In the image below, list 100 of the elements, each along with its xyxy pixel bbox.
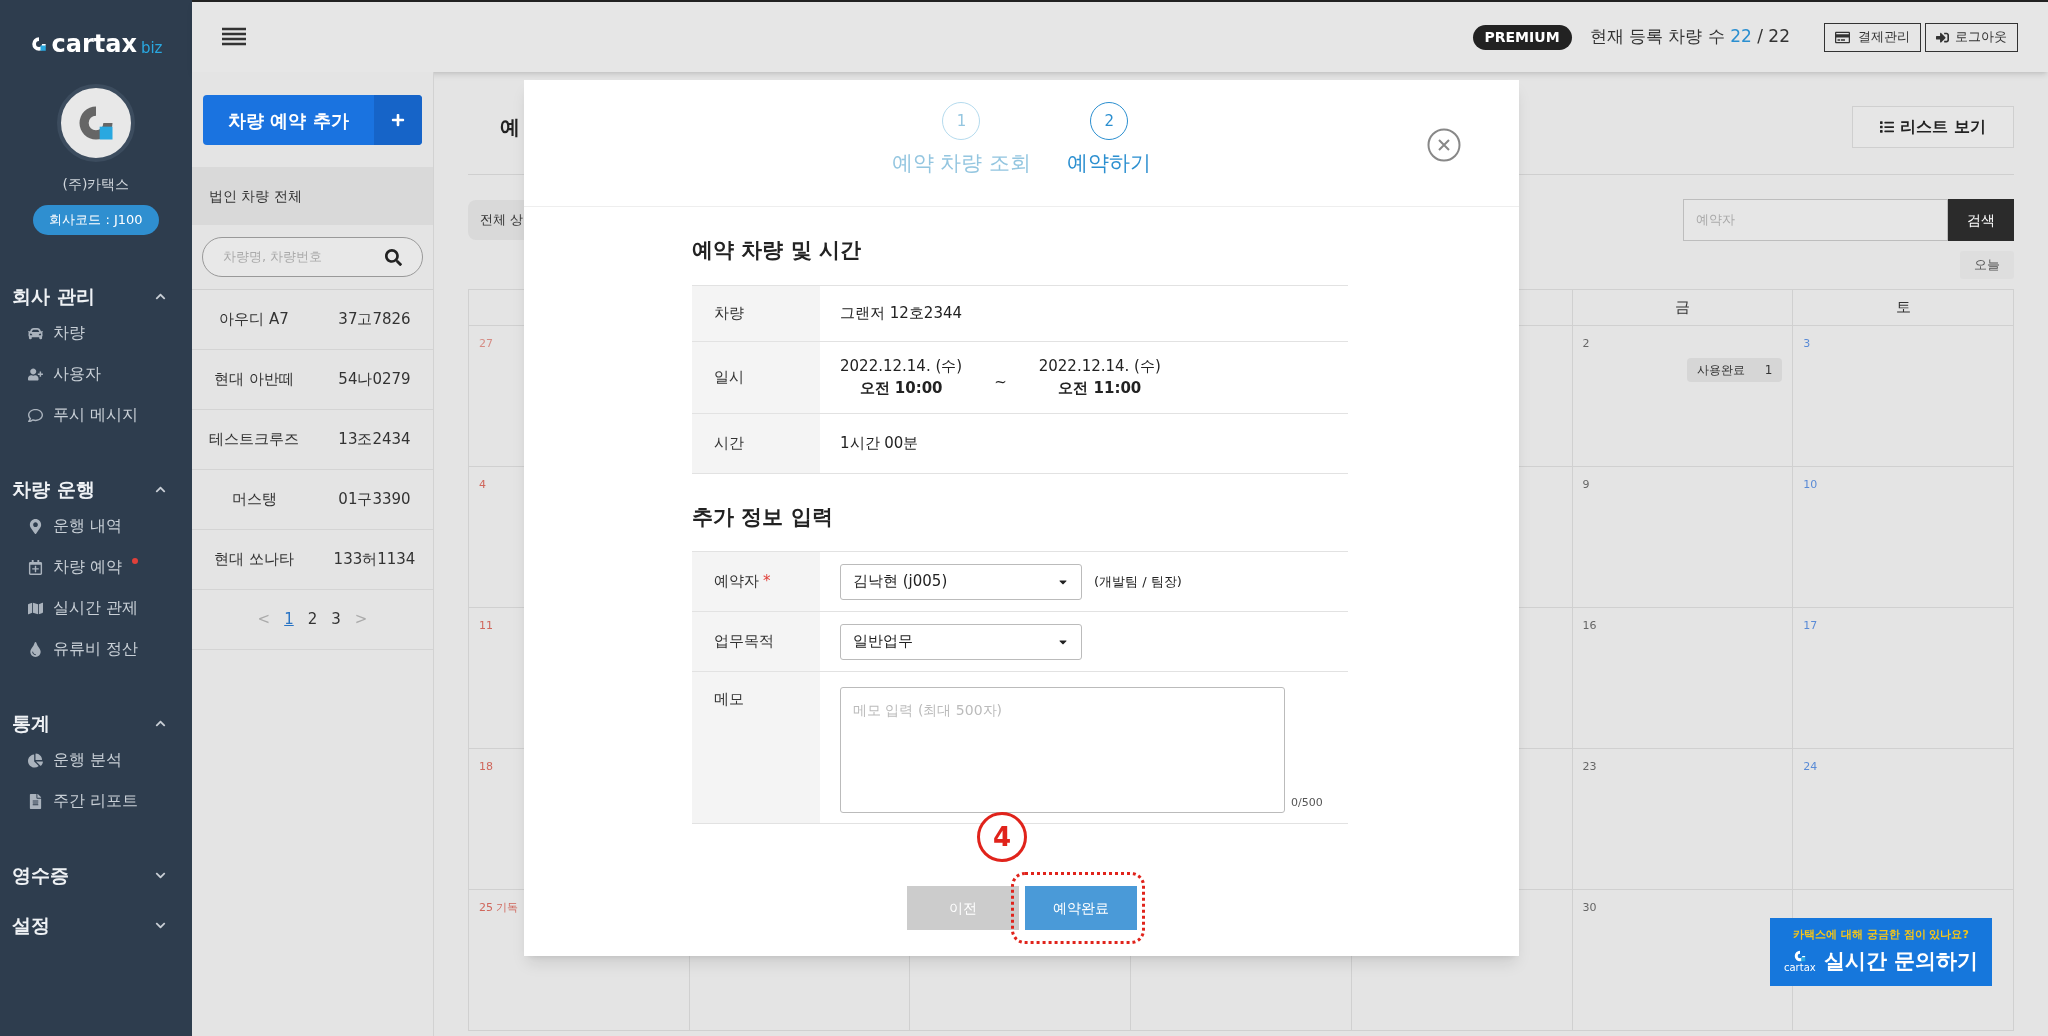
vehicle-name: 아우디 A7 xyxy=(218,309,290,331)
logo-suffix: biz xyxy=(140,41,163,56)
vehicle-row[interactable]: 현대 쏘나타 133허1134 xyxy=(192,530,433,590)
page-link[interactable]: 1 xyxy=(284,608,294,631)
document-icon xyxy=(28,793,43,809)
speech-bubble-icon xyxy=(28,407,43,423)
duration-value: 1시간 00분 xyxy=(840,432,919,454)
day-number: 23 xyxy=(1582,758,1598,775)
logo-wordmark: cartax xyxy=(51,32,137,56)
add-reservation-button[interactable]: 차량 예약 추가 xyxy=(203,95,422,145)
day-number: 10 xyxy=(1803,476,1819,493)
end-time: 오전 11:00 xyxy=(1058,378,1142,399)
vehicle-group-header[interactable]: 법인 차량 전체 xyxy=(192,167,433,225)
today-button[interactable]: 오늘 xyxy=(1960,251,2014,279)
required-mark: * xyxy=(763,571,771,593)
vehicle-row[interactable]: 테스트크루즈 13조2434 xyxy=(192,410,433,470)
vehicle-plate: 13조2434 xyxy=(337,429,412,451)
credit-card-icon xyxy=(1835,29,1850,45)
menu-item[interactable]: 운행 분석 xyxy=(0,739,192,781)
logo-icon xyxy=(29,35,48,53)
day-number: 24 xyxy=(1803,758,1819,775)
droplet-icon xyxy=(28,641,43,657)
booker-department: (개발팀 / 팀장) xyxy=(1094,572,1182,591)
booker-select[interactable]: 김낙현 (j005) xyxy=(840,563,1082,600)
live-chat-banner[interactable]: 카택스에 대해 궁금한 점이 있나요? cartax 실시간 문의하기 xyxy=(1770,918,1992,986)
vehicle-plate: 01구3390 xyxy=(337,489,412,511)
company-code-badge: 회사코드 : J100 xyxy=(33,205,159,235)
day-number: 17 xyxy=(1803,617,1819,634)
purpose-select[interactable]: 일반업무 xyxy=(840,623,1082,660)
user-plus-icon xyxy=(28,366,43,382)
day-number: 30 xyxy=(1582,899,1598,916)
vehicle-plate: 54나0279 xyxy=(337,369,412,391)
menu-item[interactable]: 주간 리포트 xyxy=(0,780,192,822)
pie-chart-icon xyxy=(28,752,43,768)
map-icon xyxy=(28,600,43,616)
section-heading: 예약 차량 및 시간 xyxy=(692,237,862,264)
start-time: 오전 10:00 xyxy=(859,378,943,399)
vehicle-row[interactable]: 머스탱 01구3390 xyxy=(192,470,433,530)
map-pin-icon xyxy=(28,518,43,534)
car-icon xyxy=(28,325,43,341)
day-number: 16 xyxy=(1582,617,1598,634)
vehicle-search-input[interactable]: 차량명, 차량번호 xyxy=(223,247,373,267)
page-link[interactable]: 2 xyxy=(307,608,318,631)
list-view-button[interactable]: 리스트 보기 xyxy=(1852,106,2014,148)
list-icon xyxy=(1880,120,1895,134)
calendar-plus-icon xyxy=(28,559,43,575)
step-tab[interactable]: 2 예약하기 xyxy=(1067,102,1152,206)
menu-section-header[interactable]: 설정 xyxy=(0,909,192,942)
chat-logo-wordmark: cartax xyxy=(1784,963,1816,974)
search-button[interactable]: 검색 xyxy=(1948,199,2014,241)
vehicle-name: 머스탱 xyxy=(230,489,278,511)
billing-button[interactable]: 결제관리 xyxy=(1824,22,1921,52)
vehicle-row[interactable]: 아우디 A7 37고7826 xyxy=(192,290,433,350)
chat-action: 실시간 문의하기 xyxy=(1823,947,1978,975)
vehicle-row[interactable]: 현대 아반떼 54나0279 xyxy=(192,350,433,410)
vehicle-plate: 37고7826 xyxy=(337,309,412,331)
menu-section-header[interactable]: 통계 xyxy=(0,707,192,740)
company-name: (주)카택스 xyxy=(62,175,130,194)
vehicle-value: 그랜저 12호2344 xyxy=(840,302,963,324)
step-annotation: 4 xyxy=(977,812,1027,862)
memo-character-count: 0/500 xyxy=(1291,794,1323,811)
page-title: 예 xyxy=(499,114,520,141)
event-badge[interactable]: 사용완료 1 xyxy=(1686,358,1783,382)
weekday-header: 토 xyxy=(1895,296,1911,318)
plan-badge: PREMIUM xyxy=(1472,24,1572,50)
menu-item[interactable]: 차량 예약 xyxy=(0,546,192,588)
search-icon xyxy=(385,248,402,266)
close-icon[interactable] xyxy=(1427,128,1461,162)
range-separator: ~ xyxy=(994,371,1007,393)
menu-section-header[interactable]: 차량 운행 xyxy=(0,473,192,506)
menu-item[interactable]: 유류비 정산 xyxy=(0,628,192,670)
menu-section-header[interactable]: 영수증 xyxy=(0,859,192,892)
menu-icon[interactable] xyxy=(222,27,246,47)
day-number: 9 xyxy=(1582,476,1591,493)
menu-item[interactable]: 실시간 관제 xyxy=(0,587,192,629)
day-number: 18 xyxy=(479,758,494,775)
menu-item[interactable]: 차량 xyxy=(0,312,192,354)
memo-field[interactable]: 메모 입력 (최대 500자) xyxy=(840,687,1285,813)
start-date: 2022.12.14. (수) xyxy=(840,355,963,377)
vehicle-search-field[interactable]: 차량명, 차량번호 xyxy=(202,237,423,277)
day-number: 25 기독 xyxy=(479,899,520,916)
logout-icon xyxy=(1936,30,1949,44)
vehicle-name: 현대 쏘나타 xyxy=(213,549,295,571)
day-number: 11 xyxy=(479,617,494,634)
booker-search-input[interactable]: 예약자 xyxy=(1696,210,1935,230)
booker-search-field[interactable]: 예약자 xyxy=(1683,199,1948,241)
section-heading: 추가 정보 입력 xyxy=(692,503,834,531)
logout-button[interactable]: 로그아웃 xyxy=(1925,22,2018,52)
day-number: 2 xyxy=(1582,335,1591,352)
vehicle-count: 현재 등록 차량 수 22 / 22 xyxy=(1589,25,1790,49)
menu-item[interactable]: 푸시 메시지 xyxy=(0,394,192,436)
menu-section-header[interactable]: 회사 관리 xyxy=(0,280,192,313)
menu-item[interactable]: 사용자 xyxy=(0,353,192,395)
day-number: 27 xyxy=(479,335,494,352)
vehicle-name: 현대 아반떼 xyxy=(213,369,295,391)
day-number: 3 xyxy=(1803,335,1812,352)
weekday-header: 금 xyxy=(1674,296,1690,318)
end-date: 2022.12.14. (수) xyxy=(1038,355,1161,377)
page-link[interactable]: 3 xyxy=(331,608,341,631)
menu-item[interactable]: 운행 내역 xyxy=(0,505,192,547)
